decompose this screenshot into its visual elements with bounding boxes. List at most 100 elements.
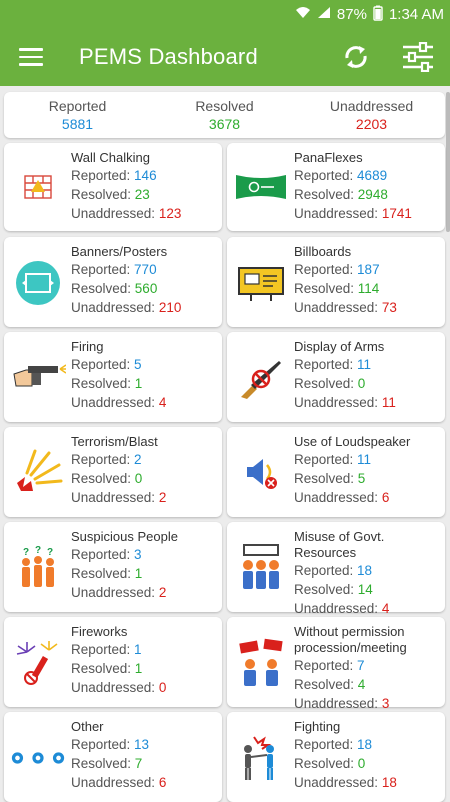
category-card-suspicious-people[interactable]: ??? Suspicious People Reported: 3 Resolv… [4,522,222,612]
reported-label: Reported: [71,452,135,467]
resolved-row: Resolved: 2948 [294,185,441,204]
resolved-label: Resolved: [294,187,358,202]
unaddressed-count: 0 [158,680,167,695]
resolved-label: Resolved: [294,281,358,296]
unaddressed-count: 73 [381,300,397,315]
unaddressed-label: Unaddressed: [71,585,159,600]
reported-label: Reported: [294,452,358,467]
reported-label: Reported: [71,547,135,562]
resolved-count: 0 [357,376,366,391]
unaddressed-count: 6 [381,490,390,505]
reported-count: 11 [357,452,372,467]
unaddressed-row: Unaddressed: 18 [294,773,441,792]
reported-label: Reported: [71,168,135,183]
category-card-display-of-arms[interactable]: Display of Arms Reported: 11 Resolved: 0… [227,332,445,422]
unaddressed-label: Unaddressed: [71,206,159,221]
unaddressed-count: 1741 [381,206,412,221]
resolved-label: Resolved: [294,376,358,391]
category-title: Fighting [294,719,341,734]
resolved-count: 1 [134,566,143,581]
reported-row: Reported: 18 [294,561,441,580]
reported-count: 2 [134,452,142,467]
resolved-label: Resolved: [294,582,358,597]
resolved-count: 1 [134,376,143,391]
resolved-row: Resolved: 4 [294,675,441,694]
category-card-without-permission-procession[interactable]: Without permission procession/meeting Re… [227,617,445,711]
app-bar: PEMS Dashboard [0,28,450,86]
fireworks-icon [10,639,66,687]
unaddressed-row: Unaddressed: 6 [294,488,441,507]
category-card-use-of-loudspeaker[interactable]: Use of Loudspeaker Reported: 11 Resolved… [227,427,445,517]
unaddressed-label: Unaddressed: [294,395,382,410]
reported-label: Reported: [294,168,358,183]
category-title: Misuse of Govt. Resources [294,529,385,560]
category-card-other[interactable]: Other Reported: 13 Resolved: 7 Unaddress… [4,712,222,802]
category-card-billboards[interactable]: Billboards Reported: 187 Resolved: 114 U… [227,237,445,327]
menu-icon[interactable] [19,48,45,66]
unaddressed-count: 18 [381,775,397,790]
unaddressed-label: Unaddressed: [294,206,382,221]
reported-row: Reported: 5 [71,355,218,374]
unaddressed-count: 6 [158,775,167,790]
reported-row: Reported: 3 [71,545,218,564]
resolved-count: 2948 [357,187,388,202]
reported-count: 5 [134,357,142,372]
resolved-count: 23 [134,187,150,202]
reported-count: 13 [134,737,150,752]
unaddressed-count: 3 [381,696,390,711]
unaddressed-row: Unaddressed: 4 [71,393,218,412]
unaddressed-count: 4 [381,601,390,616]
reported-count: 770 [134,262,157,277]
filter-settings-icon[interactable] [402,41,434,73]
unaddressed-count: 123 [158,206,182,221]
unaddressed-row: Unaddressed: 0 [71,678,218,697]
summary-reported: Reported 5881 [4,92,151,138]
summary-unaddressed-value: 2203 [355,116,388,132]
category-card-misuse-of-govt-resources[interactable]: Misuse of Govt. Resources Reported: 18 R… [227,522,445,616]
reported-row: Reported: 18 [294,735,441,754]
category-card-wall-chalking[interactable]: Wall Chalking Reported: 146 Resolved: 23… [4,143,222,231]
unaddressed-row: Unaddressed: 210 [71,298,218,317]
category-title: Firing [71,339,104,354]
reported-label: Reported: [71,262,135,277]
reported-row: Reported: 11 [294,450,441,469]
loudspeaker-icon [233,449,289,497]
blast-icon [10,447,66,495]
category-card-banners-posters[interactable]: Banners/Posters Reported: 770 Resolved: … [4,237,222,327]
resolved-row: Resolved: 1 [71,564,218,583]
category-card-firing[interactable]: Firing Reported: 5 Resolved: 1 Unaddress… [4,332,222,422]
reported-row: Reported: 187 [294,260,441,279]
unaddressed-label: Unaddressed: [71,395,159,410]
reported-row: Reported: 4689 [294,166,441,185]
reported-count: 18 [357,563,373,578]
resolved-row: Resolved: 14 [294,580,441,599]
resolved-label: Resolved: [71,566,135,581]
resolved-row: Resolved: 560 [71,279,218,298]
status-bar: 87% 1:34 AM [0,0,450,28]
unaddressed-row: Unaddressed: 73 [294,298,441,317]
category-card-fireworks[interactable]: Fireworks Reported: 1 Resolved: 1 Unaddr… [4,617,222,707]
clock: 1:34 AM [388,5,444,23]
resolved-row: Resolved: 5 [294,469,441,488]
procession-icon [233,638,289,687]
resolved-count: 0 [357,756,366,771]
reported-label: Reported: [294,262,358,277]
reported-row: Reported: 146 [71,166,218,185]
sync-icon[interactable] [340,41,372,73]
resolved-label: Resolved: [71,756,135,771]
reported-count: 1 [134,642,142,657]
category-title: Wall Chalking [71,150,150,165]
category-card-panaflexes[interactable]: PanaFlexes Reported: 4689 Resolved: 2948… [227,143,445,231]
gun-icon [10,352,66,400]
scrollbar[interactable] [446,92,450,232]
resolved-row: Resolved: 114 [294,279,441,298]
category-card-fighting[interactable]: Fighting Reported: 18 Resolved: 0 Unaddr… [227,712,445,802]
unaddressed-count: 4 [158,395,167,410]
summary-resolved-value: 3678 [208,116,241,132]
unaddressed-row: Unaddressed: 1741 [294,204,441,223]
category-title: Suspicious People [71,529,178,544]
svg-text:?: ? [23,547,29,558]
resolved-row: Resolved: 1 [71,659,218,678]
resolved-count: 1 [134,661,143,676]
category-card-terrorism-blast[interactable]: Terrorism/Blast Reported: 2 Resolved: 0 … [4,427,222,517]
